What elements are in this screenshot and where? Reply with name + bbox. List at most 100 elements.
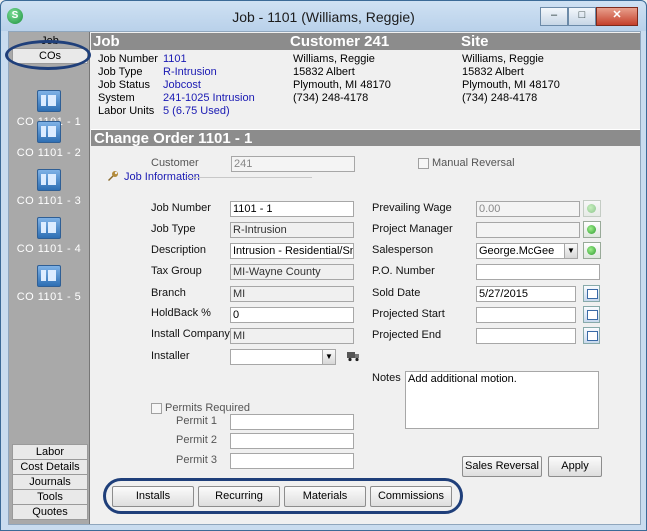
tab-cost-details[interactable]: Cost Details bbox=[12, 459, 88, 475]
wrench-icon bbox=[108, 171, 118, 181]
projected-start-label: Projected Start bbox=[372, 308, 445, 320]
title-bar[interactable]: S Job - 1101 (Williams, Reggie) – □ ✕ bbox=[1, 1, 646, 31]
branch-field: MI bbox=[230, 286, 354, 302]
job-number-field[interactable]: 1101 - 1 bbox=[230, 201, 354, 217]
tab-labor[interactable]: Labor bbox=[12, 444, 88, 460]
salesperson-dropdown[interactable]: George.McGee ▼ bbox=[476, 243, 578, 259]
site-name: Williams, Reggie bbox=[462, 53, 544, 65]
co-label: CO 1101 - 4 bbox=[16, 243, 82, 255]
permits-required-checkbox[interactable] bbox=[151, 403, 162, 414]
tab-journals[interactable]: Journals bbox=[12, 474, 88, 490]
customer-summary: Williams, Reggie 15832 Albert Plymouth, … bbox=[293, 53, 391, 105]
project-manager-go-icon[interactable] bbox=[583, 221, 601, 238]
apply-button[interactable]: Apply bbox=[548, 456, 602, 477]
co-label: CO 1101 - 2 bbox=[16, 147, 82, 159]
co-label: CO 1101 - 3 bbox=[16, 195, 82, 207]
branch-label: Branch bbox=[151, 287, 186, 299]
projected-end-field[interactable] bbox=[476, 328, 576, 344]
change-order-icon bbox=[37, 265, 61, 287]
sidebar: Job COs CO 1101 - 1 CO 1101 - 2 CO 1101 … bbox=[9, 32, 90, 524]
sold-date-calendar-icon[interactable] bbox=[583, 285, 600, 302]
tab-tools[interactable]: Tools bbox=[12, 489, 88, 505]
description-field[interactable]: Intrusion - Residential/Small Co bbox=[230, 243, 354, 259]
highlight-annotation bbox=[103, 478, 463, 514]
sold-date-field[interactable]: 5/27/2015 bbox=[476, 286, 576, 302]
window-controls: – □ ✕ bbox=[540, 7, 638, 26]
close-icon[interactable]: ✕ bbox=[596, 7, 638, 26]
change-order-form: Customer 241 Manual Reversal Job Informa… bbox=[91, 147, 640, 524]
site-phone: (734) 248-4178 bbox=[462, 92, 538, 104]
installer-label: Installer bbox=[151, 350, 190, 362]
sidebar-item-co-3[interactable]: CO 1101 - 3 bbox=[9, 169, 89, 207]
job-number-value: 1101 bbox=[163, 53, 187, 65]
po-number-label: P.O. Number bbox=[372, 265, 435, 277]
change-order-icon bbox=[37, 90, 61, 112]
site-heading: Site bbox=[461, 33, 489, 50]
job-type-field: R-Intrusion bbox=[230, 222, 354, 238]
change-order-icon bbox=[37, 217, 61, 239]
permit-3-label: Permit 3 bbox=[176, 454, 217, 466]
system-value: 241-1025 Intrusion bbox=[163, 92, 255, 104]
minimize-icon[interactable]: – bbox=[540, 7, 568, 26]
truck-icon[interactable] bbox=[346, 349, 360, 362]
sidebar-item-co-4[interactable]: CO 1101 - 4 bbox=[9, 217, 89, 255]
sold-date-label: Sold Date bbox=[372, 287, 421, 299]
project-manager-field[interactable] bbox=[476, 222, 580, 238]
tax-group-label: Tax Group bbox=[151, 265, 202, 277]
po-number-field[interactable] bbox=[476, 264, 600, 280]
notes-textarea[interactable]: Add additional motion. bbox=[405, 371, 599, 429]
permit-2-label: Permit 2 bbox=[176, 434, 217, 446]
job-type-label: Job Type bbox=[98, 66, 143, 78]
salesperson-label: Salesperson bbox=[372, 244, 434, 256]
job-number-field-label: Job Number bbox=[151, 202, 211, 214]
job-number-label: Job Number bbox=[98, 53, 158, 65]
projected-start-calendar-icon[interactable] bbox=[583, 306, 600, 323]
projected-start-field[interactable] bbox=[476, 307, 576, 323]
customer-heading: Customer 241 bbox=[290, 33, 390, 50]
customer-street: 15832 Albert bbox=[293, 66, 355, 78]
maximize-icon[interactable]: □ bbox=[568, 7, 596, 26]
labor-units-value: 5 (6.75 Used) bbox=[163, 105, 230, 117]
co-label: CO 1101 - 5 bbox=[16, 291, 82, 303]
site-street: 15832 Albert bbox=[462, 66, 524, 78]
customer-phone: (734) 248-4178 bbox=[293, 92, 369, 104]
change-order-icon bbox=[37, 121, 61, 143]
chevron-down-icon[interactable]: ▼ bbox=[564, 244, 577, 258]
client-area: Job COs CO 1101 - 1 CO 1101 - 2 CO 1101 … bbox=[5, 31, 641, 525]
prevailing-wage-lookup-icon[interactable] bbox=[583, 200, 601, 217]
permit-2-field[interactable] bbox=[230, 433, 354, 449]
sidebar-item-co-2[interactable]: CO 1101 - 2 bbox=[9, 121, 89, 159]
tab-quotes[interactable]: Quotes bbox=[12, 504, 88, 520]
customer-name: Williams, Reggie bbox=[293, 53, 375, 65]
salesperson-go-icon[interactable] bbox=[583, 242, 601, 259]
manual-reversal-checkbox[interactable] bbox=[418, 158, 429, 169]
section-divider bbox=[187, 177, 312, 178]
installer-dropdown[interactable]: ▼ bbox=[230, 349, 336, 365]
site-city: Plymouth, MI 48170 bbox=[462, 79, 560, 91]
notes-label: Notes bbox=[372, 372, 401, 384]
job-window: S Job - 1101 (Williams, Reggie) – □ ✕ Jo… bbox=[0, 0, 647, 531]
job-status-label: Job Status bbox=[98, 79, 150, 91]
project-manager-label: Project Manager bbox=[372, 223, 453, 235]
header-band: Job Customer 241 Site bbox=[91, 33, 640, 50]
job-type-field-label: Job Type bbox=[151, 223, 196, 235]
projected-end-calendar-icon[interactable] bbox=[583, 327, 600, 344]
permit-1-field[interactable] bbox=[230, 414, 354, 430]
permit-3-field[interactable] bbox=[230, 453, 354, 469]
manual-reversal-label: Manual Reversal bbox=[432, 157, 515, 169]
install-company-label: Install Company bbox=[151, 328, 230, 340]
customer-label: Customer bbox=[151, 157, 199, 169]
job-type-value: R-Intrusion bbox=[163, 66, 217, 78]
change-order-icon bbox=[37, 169, 61, 191]
change-order-title: Change Order 1101 - 1 bbox=[91, 129, 640, 147]
tax-group-field: MI-Wayne County bbox=[230, 264, 354, 280]
labor-units-label: Labor Units bbox=[98, 105, 155, 117]
highlight-annotation bbox=[5, 40, 91, 70]
customer-field: 241 bbox=[231, 156, 355, 172]
sidebar-item-co-5[interactable]: CO 1101 - 5 bbox=[9, 265, 89, 303]
holdback-label: HoldBack % bbox=[151, 307, 211, 319]
customer-city: Plymouth, MI 48170 bbox=[293, 79, 391, 91]
sales-reversal-button[interactable]: Sales Reversal bbox=[462, 456, 542, 477]
chevron-down-icon[interactable]: ▼ bbox=[322, 350, 335, 364]
holdback-field[interactable]: 0 bbox=[230, 307, 354, 323]
